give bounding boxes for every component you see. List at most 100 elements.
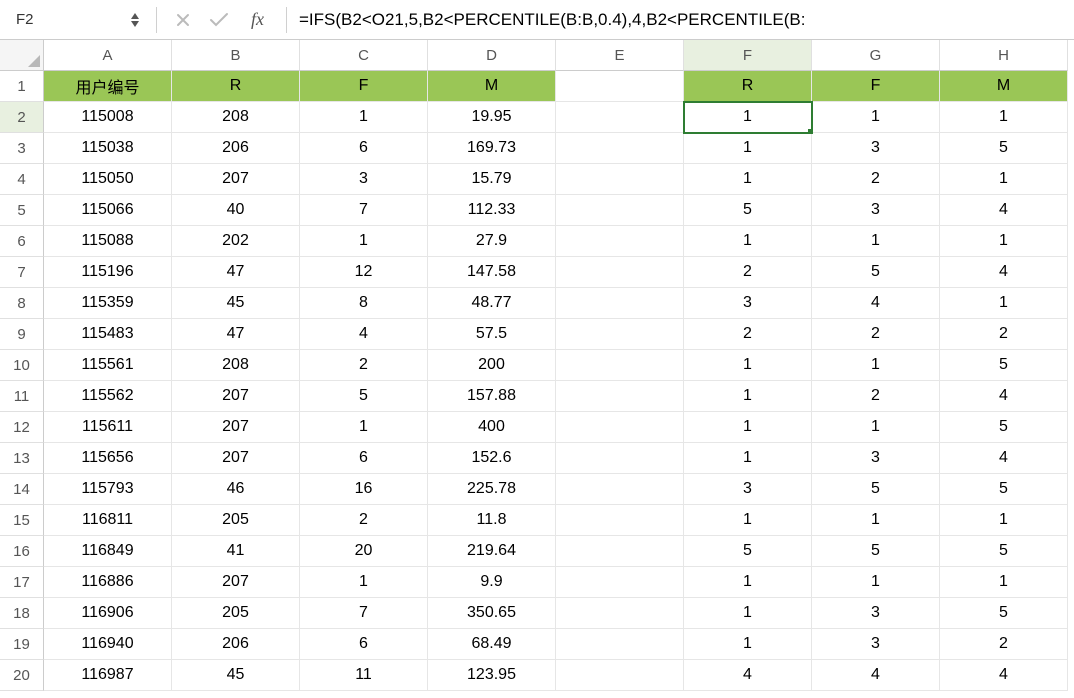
row-header-6[interactable]: 6 <box>0 226 44 257</box>
cell-E8[interactable] <box>556 288 684 319</box>
cell-B20[interactable]: 45 <box>172 660 300 691</box>
cell-A4[interactable]: 115050 <box>44 164 172 195</box>
cell-A20[interactable]: 116987 <box>44 660 172 691</box>
cell-E10[interactable] <box>556 350 684 381</box>
cell-A13[interactable]: 115656 <box>44 443 172 474</box>
cell-F3[interactable]: 1 <box>684 133 812 164</box>
cell-E3[interactable] <box>556 133 684 164</box>
row-header-18[interactable]: 18 <box>0 598 44 629</box>
cell-D20[interactable]: 123.95 <box>428 660 556 691</box>
fill-handle[interactable] <box>808 129 812 133</box>
cell-H6[interactable]: 1 <box>940 226 1068 257</box>
cell-G5[interactable]: 3 <box>812 195 940 226</box>
cell-E11[interactable] <box>556 381 684 412</box>
cell-F6[interactable]: 1 <box>684 226 812 257</box>
cell-E16[interactable] <box>556 536 684 567</box>
cell-D14[interactable]: 225.78 <box>428 474 556 505</box>
cell-F14[interactable]: 3 <box>684 474 812 505</box>
cell-C17[interactable]: 1 <box>300 567 428 598</box>
cell-F20[interactable]: 4 <box>684 660 812 691</box>
cell-F4[interactable]: 1 <box>684 164 812 195</box>
row-header-5[interactable]: 5 <box>0 195 44 226</box>
cell-D2[interactable]: 19.95 <box>428 102 556 133</box>
cell-B7[interactable]: 47 <box>172 257 300 288</box>
cell-E18[interactable] <box>556 598 684 629</box>
cell-F9[interactable]: 2 <box>684 319 812 350</box>
cell-G12[interactable]: 1 <box>812 412 940 443</box>
cell-A11[interactable]: 115562 <box>44 381 172 412</box>
row-header-12[interactable]: 12 <box>0 412 44 443</box>
cell-H10[interactable]: 5 <box>940 350 1068 381</box>
cell-E17[interactable] <box>556 567 684 598</box>
cell-C9[interactable]: 4 <box>300 319 428 350</box>
cell-D9[interactable]: 57.5 <box>428 319 556 350</box>
cell-B15[interactable]: 205 <box>172 505 300 536</box>
cell-G16[interactable]: 5 <box>812 536 940 567</box>
cell-B17[interactable]: 207 <box>172 567 300 598</box>
fx-icon[interactable]: fx <box>247 9 268 30</box>
cell-B10[interactable]: 208 <box>172 350 300 381</box>
cell-G19[interactable]: 3 <box>812 629 940 660</box>
cell-H15[interactable]: 1 <box>940 505 1068 536</box>
cell-H4[interactable]: 1 <box>940 164 1068 195</box>
cell-F17[interactable]: 1 <box>684 567 812 598</box>
cell-G10[interactable]: 1 <box>812 350 940 381</box>
row-header-4[interactable]: 4 <box>0 164 44 195</box>
cell-D5[interactable]: 112.33 <box>428 195 556 226</box>
cell-A18[interactable]: 116906 <box>44 598 172 629</box>
cell-F1[interactable]: R <box>684 71 812 102</box>
cell-A14[interactable]: 115793 <box>44 474 172 505</box>
col-header-C[interactable]: C <box>300 40 428 71</box>
cell-A15[interactable]: 116811 <box>44 505 172 536</box>
cell-E2[interactable] <box>556 102 684 133</box>
col-header-D[interactable]: D <box>428 40 556 71</box>
cell-C18[interactable]: 7 <box>300 598 428 629</box>
cell-B11[interactable]: 207 <box>172 381 300 412</box>
row-header-19[interactable]: 19 <box>0 629 44 660</box>
cell-G14[interactable]: 5 <box>812 474 940 505</box>
cell-A1[interactable]: 用户编号 <box>44 71 172 102</box>
cell-D12[interactable]: 400 <box>428 412 556 443</box>
cell-F5[interactable]: 5 <box>684 195 812 226</box>
cell-H7[interactable]: 4 <box>940 257 1068 288</box>
cell-B8[interactable]: 45 <box>172 288 300 319</box>
col-header-A[interactable]: A <box>44 40 172 71</box>
cell-F18[interactable]: 1 <box>684 598 812 629</box>
cell-C13[interactable]: 6 <box>300 443 428 474</box>
row-header-2[interactable]: 2 <box>0 102 44 133</box>
row-header-20[interactable]: 20 <box>0 660 44 691</box>
cell-A8[interactable]: 115359 <box>44 288 172 319</box>
name-box[interactable]: F2 <box>8 5 148 35</box>
cell-C8[interactable]: 8 <box>300 288 428 319</box>
cell-D1[interactable]: M <box>428 71 556 102</box>
cell-E5[interactable] <box>556 195 684 226</box>
name-box-stepper[interactable] <box>130 12 140 28</box>
cell-F2[interactable]: 1 <box>684 102 812 133</box>
cell-B14[interactable]: 46 <box>172 474 300 505</box>
cell-B16[interactable]: 41 <box>172 536 300 567</box>
cell-B19[interactable]: 206 <box>172 629 300 660</box>
cell-A9[interactable]: 115483 <box>44 319 172 350</box>
cell-H20[interactable]: 4 <box>940 660 1068 691</box>
cell-G18[interactable]: 3 <box>812 598 940 629</box>
cell-F8[interactable]: 3 <box>684 288 812 319</box>
cell-E7[interactable] <box>556 257 684 288</box>
cell-F16[interactable]: 5 <box>684 536 812 567</box>
cell-B9[interactable]: 47 <box>172 319 300 350</box>
cell-A12[interactable]: 115611 <box>44 412 172 443</box>
cell-G2[interactable]: 1 <box>812 102 940 133</box>
cell-E12[interactable] <box>556 412 684 443</box>
cell-C1[interactable]: F <box>300 71 428 102</box>
cell-B1[interactable]: R <box>172 71 300 102</box>
cell-B13[interactable]: 207 <box>172 443 300 474</box>
cell-E19[interactable] <box>556 629 684 660</box>
cell-F15[interactable]: 1 <box>684 505 812 536</box>
row-header-16[interactable]: 16 <box>0 536 44 567</box>
cell-G4[interactable]: 2 <box>812 164 940 195</box>
select-all-corner[interactable] <box>0 40 44 71</box>
cell-H17[interactable]: 1 <box>940 567 1068 598</box>
cell-E4[interactable] <box>556 164 684 195</box>
cell-B5[interactable]: 40 <box>172 195 300 226</box>
cell-C7[interactable]: 12 <box>300 257 428 288</box>
cell-C3[interactable]: 6 <box>300 133 428 164</box>
